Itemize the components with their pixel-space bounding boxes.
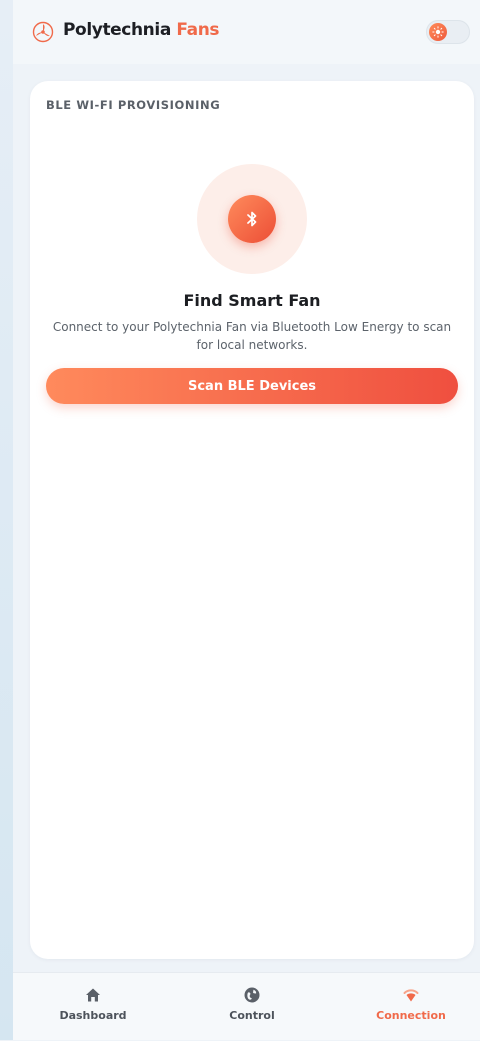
provisioning-card: BLE WI-FI PROVISIONING Find Smart Fan Co… <box>30 81 474 959</box>
card-description: Connect to your Polytechnia Fan via Blue… <box>52 320 452 352</box>
brand-accent: Fans <box>176 20 220 40</box>
nav-label-connection: Connection <box>376 1009 446 1022</box>
nav-item-connection[interactable]: Connection <box>341 973 480 1041</box>
card-title: Find Smart Fan <box>183 291 321 310</box>
bluetooth-icon <box>228 195 276 243</box>
app-container: Polytechnia Fans BLE WI-FI PROVISIONING … <box>13 0 480 1040</box>
sun-icon <box>429 23 447 41</box>
theme-toggle[interactable] <box>426 20 470 44</box>
brand-title: Polytechnia Fans <box>63 20 220 40</box>
bottom-nav: Dashboard Control Connection <box>13 972 480 1040</box>
nav-item-dashboard[interactable]: Dashboard <box>23 973 163 1041</box>
nav-label-dashboard: Dashboard <box>59 1009 127 1022</box>
fan-logo-icon <box>32 21 54 43</box>
wifi-icon <box>402 986 420 1004</box>
brand-primary: Polytechnia <box>63 20 171 40</box>
nav-label-control: Control <box>229 1009 275 1022</box>
window-edge <box>0 0 13 1040</box>
app-header: Polytechnia Fans <box>13 0 480 64</box>
globe-icon <box>243 986 261 1004</box>
section-label: BLE WI-FI PROVISIONING <box>46 98 221 112</box>
nav-item-control[interactable]: Control <box>182 973 322 1041</box>
home-icon <box>84 986 102 1004</box>
scan-ble-button[interactable]: Scan BLE Devices <box>46 368 458 404</box>
